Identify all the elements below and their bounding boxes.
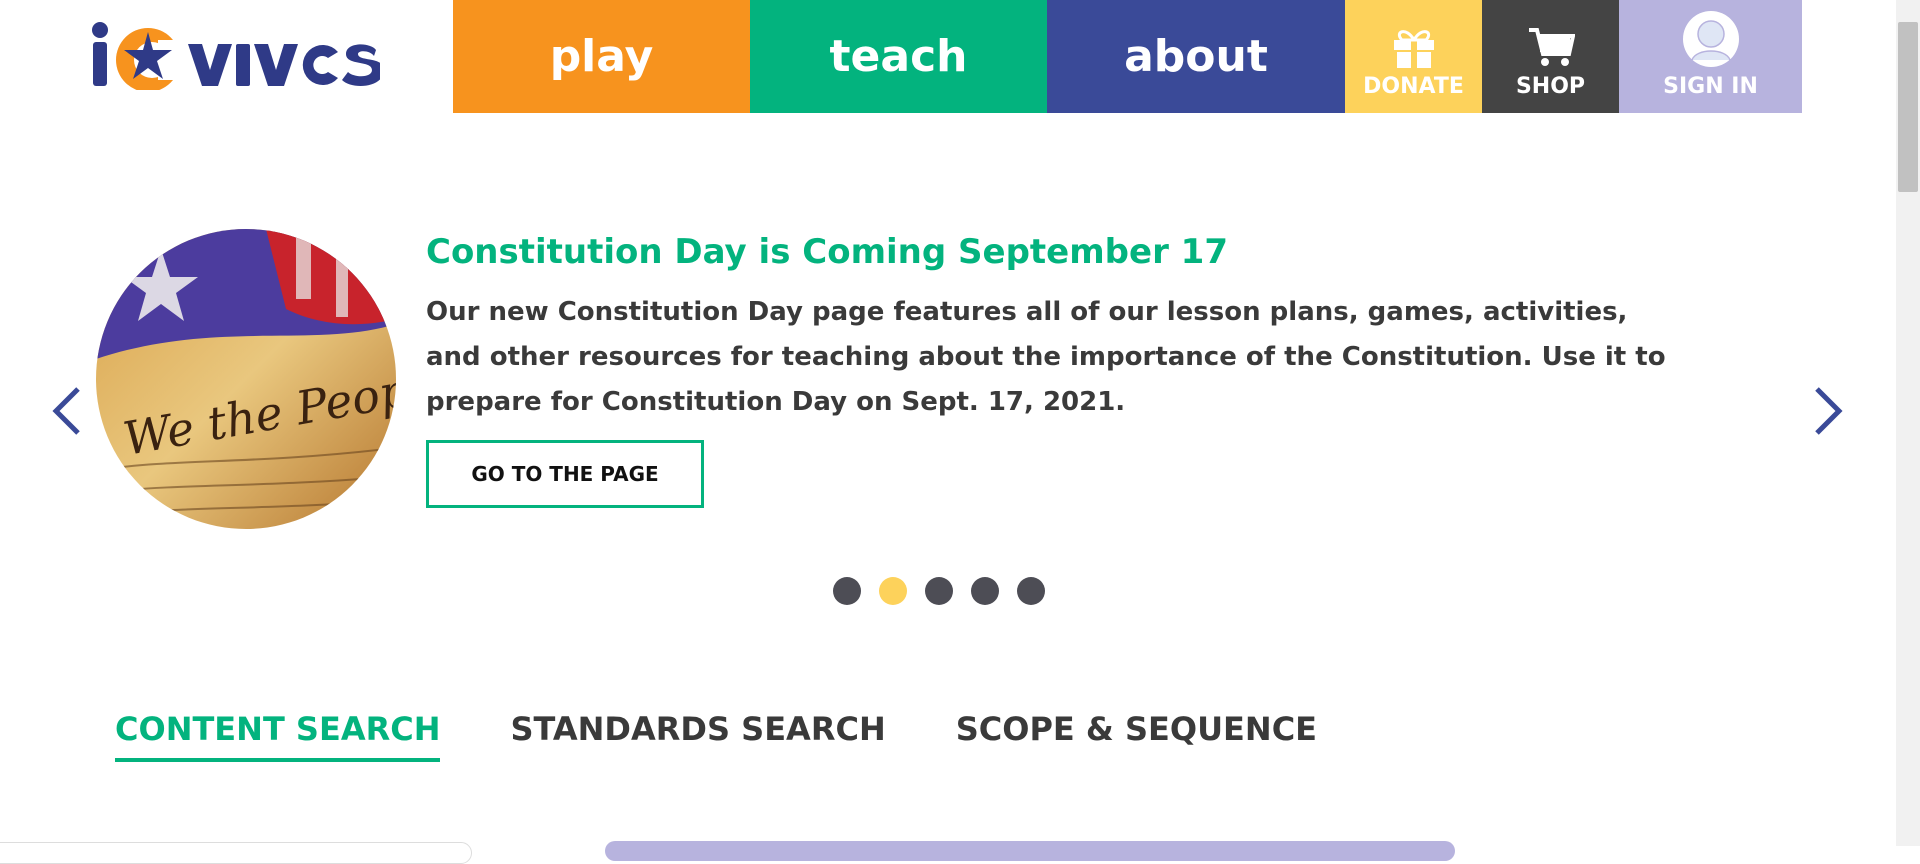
search-tabs: CONTENT SEARCH STANDARDS SEARCH SCOPE & … xyxy=(115,710,1317,762)
logo-mark xyxy=(92,22,380,90)
gift-icon xyxy=(1393,30,1434,68)
carousel-prev-button[interactable] xyxy=(50,385,84,437)
nav-teach-label: teach xyxy=(829,31,968,82)
tab-scope-sequence[interactable]: SCOPE & SEQUENCE xyxy=(956,710,1317,762)
go-to-page-button[interactable]: GO TO THE PAGE xyxy=(426,440,704,508)
main-nav: play teach about DONATE SHOP SIGN IN xyxy=(453,0,1802,113)
search-panel-edge xyxy=(605,841,1455,861)
tab-content-search[interactable]: CONTENT SEARCH xyxy=(115,710,441,762)
constitution-flag-image: We the People xyxy=(96,229,396,529)
user-avatar-icon xyxy=(1682,11,1739,67)
search-input-edge[interactable] xyxy=(0,842,472,864)
nav-shop[interactable]: SHOP xyxy=(1482,0,1619,113)
carousel-dot-2[interactable] xyxy=(879,577,907,605)
carousel-dot-1[interactable] xyxy=(833,577,861,605)
hero-description: Our new Constitution Day page features a… xyxy=(426,297,1666,417)
scrollbar-thumb[interactable] xyxy=(1898,22,1918,192)
carousel-dot-4[interactable] xyxy=(971,577,999,605)
nav-play-label: play xyxy=(549,31,654,82)
cart-icon xyxy=(1528,28,1575,66)
nav-about[interactable]: about xyxy=(1047,0,1345,113)
hero-title: Constitution Day is Coming September 17 xyxy=(426,232,1228,272)
nav-play[interactable]: play xyxy=(453,0,750,113)
page-scrollbar[interactable] xyxy=(1896,0,1920,846)
nav-sign-in-label: SIGN IN xyxy=(1663,74,1758,99)
nav-sign-in[interactable]: SIGN IN xyxy=(1619,0,1802,113)
carousel-dot-5[interactable] xyxy=(1017,577,1045,605)
nav-donate-label: DONATE xyxy=(1363,74,1464,99)
nav-shop-label: SHOP xyxy=(1515,74,1586,99)
nav-teach[interactable]: teach xyxy=(750,0,1047,113)
nav-about-label: about xyxy=(1124,31,1268,82)
go-to-page-label: GO TO THE PAGE xyxy=(471,462,659,486)
constitution-image-art: We the People xyxy=(96,229,396,529)
carousel-dot-3[interactable] xyxy=(925,577,953,605)
tab-standards-search[interactable]: STANDARDS SEARCH xyxy=(510,710,885,762)
nav-donate[interactable]: DONATE xyxy=(1345,0,1482,113)
carousel-next-button[interactable] xyxy=(1811,385,1845,437)
icivics-logo[interactable] xyxy=(90,20,380,90)
carousel-pagination xyxy=(833,577,1045,605)
chevron-right-icon xyxy=(1815,387,1843,435)
chevron-left-icon xyxy=(52,387,80,435)
